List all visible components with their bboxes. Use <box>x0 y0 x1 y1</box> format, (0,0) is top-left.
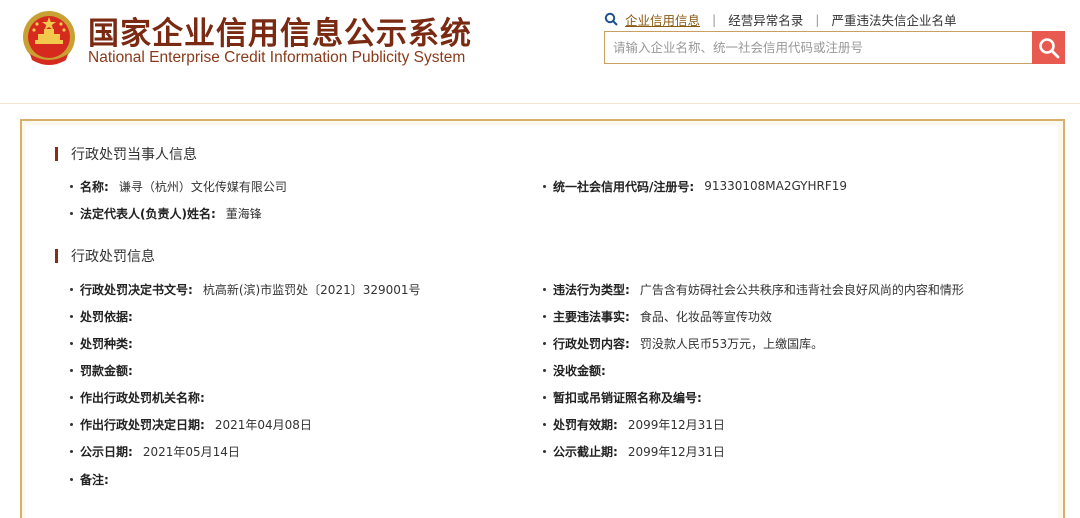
field-penalty-kind: 处罚种类: <box>70 335 143 351</box>
bullet-icon <box>543 422 546 426</box>
section-party-info: 行政处罚当事人信息 <box>55 145 197 163</box>
bullet-icon <box>543 449 546 453</box>
section-penalty-info: 行政处罚信息 <box>55 247 155 265</box>
bullet-icon <box>70 341 73 345</box>
site-title: 国家企业信用信息公示系统 <box>88 16 472 52</box>
nav-divider: | <box>712 11 717 27</box>
section-marker <box>55 249 58 263</box>
field-decision-date: 作出行政处罚决定日期: 2021年04月08日 <box>70 416 312 432</box>
field-penalty-content: 行政处罚内容: 罚没款人民币53万元，上缴国库。 <box>543 335 823 351</box>
bullet-icon <box>70 477 73 481</box>
bullet-icon <box>70 314 73 318</box>
nav-divider: | <box>815 11 820 27</box>
field-fine-amount: 罚款金额: <box>70 362 143 378</box>
field-remarks: 备注: <box>70 471 119 487</box>
field-credit-code: 统一社会信用代码/注册号: 91330108MA2GYHRF19 <box>543 178 847 194</box>
search-icon <box>604 12 618 26</box>
nav-abnormal-list[interactable]: 经营异常名录 <box>728 10 803 29</box>
field-penalty-basis: 处罚依据: <box>70 308 143 324</box>
bullet-icon <box>70 184 73 188</box>
field-publish-end: 公示截止期: 2099年12月31日 <box>543 443 725 459</box>
bullet-icon <box>543 395 546 399</box>
bullet-icon <box>70 395 73 399</box>
field-name: 名称: 谦寻（杭州）文化传媒有限公司 <box>70 178 287 194</box>
bullet-icon <box>543 184 546 188</box>
field-authority-name: 作出行政处罚机关名称: <box>70 389 215 405</box>
nav-blacklist[interactable]: 严重违法失信企业名单 <box>831 10 956 29</box>
field-license-revocation: 暂扣或吊销证照名称及编号: <box>543 389 712 405</box>
site-header: 国家企业信用信息公示系统 National Enterprise Credit … <box>0 0 1080 103</box>
bullet-icon <box>70 422 73 426</box>
nav-credit-info[interactable]: 企业信用信息 <box>625 10 700 29</box>
header-divider <box>0 103 1080 104</box>
bullet-icon <box>70 368 73 372</box>
bullet-icon <box>543 314 546 318</box>
section-marker <box>55 147 58 161</box>
search-box <box>604 31 1032 64</box>
search-input[interactable] <box>605 32 1032 63</box>
field-doc-number: 行政处罚决定书文号: 杭高新(滨)市监罚处〔2021〕329001号 <box>70 281 421 297</box>
field-violation-type: 违法行为类型: 广告含有妨碍社会公共秩序和违背社会良好风尚的内容和情形 <box>543 281 964 297</box>
top-navigation: 企业信用信息 | 经营异常名录 | 严重违法失信企业名单 <box>604 10 956 28</box>
national-emblem-icon <box>23 11 75 65</box>
field-valid-until: 处罚有效期: 2099年12月31日 <box>543 416 725 432</box>
site-subtitle: National Enterprise Credit Information P… <box>88 49 466 66</box>
bullet-icon <box>543 368 546 372</box>
section-title-party: 行政处罚当事人信息 <box>71 147 197 163</box>
bullet-icon <box>543 287 546 291</box>
field-publish-date: 公示日期: 2021年05月14日 <box>70 443 240 459</box>
field-main-facts: 主要违法事实: 食品、化妆品等宣传功效 <box>543 308 772 324</box>
search-button[interactable] <box>1032 31 1065 64</box>
bullet-icon <box>543 341 546 345</box>
field-legal-rep: 法定代表人(负责人)姓名: 董海锋 <box>70 205 262 221</box>
section-title-penalty: 行政处罚信息 <box>71 249 155 265</box>
field-confiscation-amount: 没收金额: <box>543 362 616 378</box>
bullet-icon <box>70 449 73 453</box>
search-icon <box>1038 37 1059 58</box>
bullet-icon <box>70 211 73 215</box>
bullet-icon <box>70 287 73 291</box>
